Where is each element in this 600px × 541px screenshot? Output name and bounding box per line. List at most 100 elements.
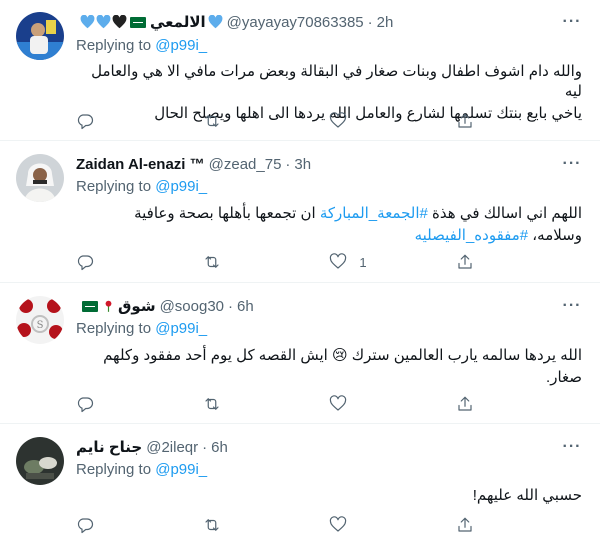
text-segment: اللهم اني اسالك في هذة (427, 205, 582, 222)
like-count: 1 (359, 254, 367, 270)
share-button[interactable] (456, 515, 516, 535)
replying-prefix: Replying to (76, 178, 152, 195)
timestamp[interactable]: 3h (294, 156, 311, 173)
user-handle[interactable]: @soog30 (160, 298, 224, 315)
retweet-icon (205, 398, 219, 410)
avatar[interactable]: S (16, 296, 64, 344)
tweet-actions (76, 394, 516, 414)
tweet-text-line: وسلامه، #مفقوده_الفيصليه (76, 226, 582, 246)
like-button[interactable]: 1 (329, 252, 389, 272)
tweet-actions (76, 515, 516, 535)
rose-icon (105, 300, 112, 312)
like-icon (330, 516, 347, 532)
tweet-header: الالمعي @yayayay70863385 · 2h (76, 12, 584, 32)
tweet[interactable]: جناح نايم @2ileqr · 6h ··· Replying to @… (0, 424, 600, 541)
heart-blue-icon (208, 15, 223, 29)
retweet-button[interactable] (203, 515, 263, 535)
retweet-button[interactable] (203, 252, 263, 272)
more-options-icon[interactable]: ··· (560, 437, 584, 457)
reply-icon (77, 255, 94, 271)
hashtag-link[interactable]: #الجمعة_المباركة (320, 205, 428, 222)
avatar[interactable] (16, 12, 64, 60)
like-button[interactable] (329, 111, 389, 131)
share-icon (458, 254, 472, 269)
mention-link[interactable]: @p99i_ (155, 178, 207, 195)
hashtag-link[interactable]: #مفقوده_الفيصليه (415, 227, 529, 244)
user-handle[interactable]: @yayayay70863385 (227, 14, 364, 31)
replying-to: Replying to @p99i_ (76, 320, 207, 337)
display-name[interactable]: شوق (118, 297, 156, 315)
reply-icon (77, 518, 94, 534)
reply-button[interactable] (76, 252, 136, 272)
tweet-header: جناح نايم @2ileqr · 6h (76, 437, 584, 457)
tweet-actions (76, 111, 516, 131)
tweet-header: شوق @soog30 · 6h (76, 296, 584, 316)
user-handle[interactable]: @zead_75 (209, 156, 282, 173)
text-segment: ان تجمعها بأهلها بصحة وعافية (134, 205, 320, 222)
heart-blue-icon (80, 15, 95, 29)
more-options-icon[interactable]: ··· (560, 12, 584, 32)
tweet-text-line: صغار. (546, 369, 582, 386)
replying-to: Replying to @p99i_ (76, 37, 207, 54)
tweet[interactable]: S شوق @soog30 · 6h ··· Replying to @p99i… (0, 283, 600, 424)
user-handle[interactable]: @2ileqr (146, 439, 198, 456)
heart-blue-icon (96, 15, 111, 29)
like-icon (330, 253, 347, 269)
more-options-icon[interactable]: ··· (560, 154, 584, 174)
tweet-text: اللهم اني اسالك في هذة #الجمعة_المباركة … (76, 204, 582, 246)
replying-to: Replying to @p99i_ (76, 461, 207, 478)
svg-text:S: S (37, 320, 44, 331)
mention-link[interactable]: @p99i_ (155, 461, 207, 478)
reply-button[interactable] (76, 515, 136, 535)
replying-to: Replying to @p99i_ (76, 178, 207, 195)
share-icon (458, 517, 472, 532)
replying-prefix: Replying to (76, 461, 152, 478)
like-button[interactable] (329, 515, 389, 535)
replying-prefix: Replying to (76, 320, 152, 337)
tweet-text-line: حسبي الله عليهم! (472, 487, 582, 504)
avatar[interactable] (16, 437, 64, 485)
share-button[interactable] (456, 252, 516, 272)
saudi-flag-icon (82, 300, 98, 312)
retweet-button[interactable] (203, 394, 263, 414)
tweet-actions: 1 (76, 252, 516, 272)
text-segment: وسلامه، (528, 227, 582, 244)
display-name[interactable]: جناح نايم (76, 438, 142, 456)
reply-button[interactable] (76, 111, 136, 131)
tweet-text-line: والله دام اشوف اطفال وبنات صغار في البقا… (91, 63, 582, 100)
timestamp[interactable]: 6h (211, 439, 228, 456)
like-icon (330, 395, 347, 411)
retweet-icon (205, 519, 219, 531)
timestamp[interactable]: 2h (377, 14, 394, 31)
more-options-icon[interactable]: ··· (560, 296, 584, 316)
avatar[interactable] (16, 154, 64, 202)
separator-dot: · (202, 438, 208, 456)
like-icon (330, 112, 347, 128)
name-emoji-group (80, 15, 148, 29)
retweet-button[interactable] (203, 111, 263, 131)
name-emoji-group (80, 299, 116, 313)
share-button[interactable] (456, 394, 516, 414)
saudi-flag-icon (130, 16, 146, 28)
display-name[interactable]: Zaidan Al-enazi ™ (76, 156, 205, 173)
retweet-icon (205, 256, 219, 268)
tweet[interactable]: الالمعي @yayayay70863385 · 2h ··· Replyi… (0, 0, 600, 141)
mention-link[interactable]: @p99i_ (155, 37, 207, 54)
reply-button[interactable] (76, 394, 136, 414)
separator-dot: · (285, 155, 291, 173)
display-name[interactable]: الالمعي (150, 13, 206, 31)
tweet-text-line: الله يردها سالمه يارب العالمين سترك 😢 اي… (103, 347, 582, 364)
separator-dot: · (367, 13, 373, 31)
share-button[interactable] (456, 111, 516, 131)
reply-icon (77, 114, 94, 130)
mention-link[interactable]: @p99i_ (155, 320, 207, 337)
tweet-text: حسبي الله عليهم! (76, 486, 582, 506)
heart-black-icon (112, 15, 127, 29)
tweet-text-line: اللهم اني اسالك في هذة #الجمعة_المباركة … (76, 204, 582, 224)
like-button[interactable] (329, 394, 389, 414)
tweet-header: Zaidan Al-enazi ™ @zead_75 · 3h (76, 154, 584, 174)
reply-icon (77, 397, 94, 413)
tweet-text: الله يردها سالمه يارب العالمين سترك 😢 اي… (76, 346, 582, 388)
timestamp[interactable]: 6h (237, 298, 254, 315)
tweet[interactable]: Zaidan Al-enazi ™ @zead_75 · 3h ··· Repl… (0, 141, 600, 283)
